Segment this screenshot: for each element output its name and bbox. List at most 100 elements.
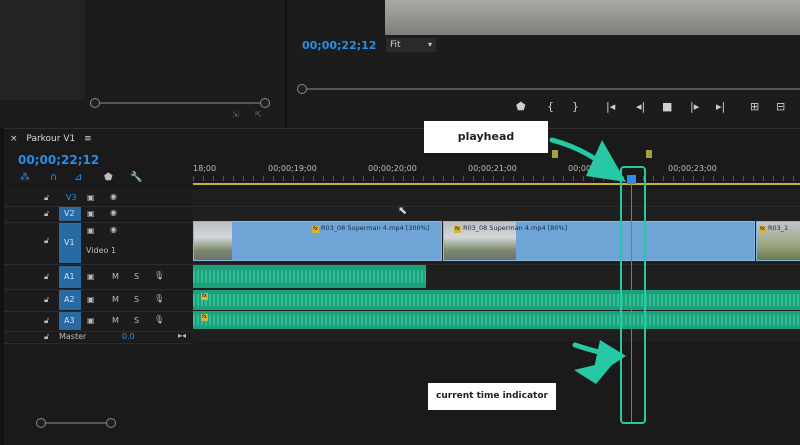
- track-name[interactable]: V3: [66, 193, 77, 202]
- audio-clip[interactable]: [193, 265, 426, 288]
- sync-lock-icon[interactable]: ▣: [87, 209, 95, 218]
- track-header-v1: 🔓︎ V1 ▣ ◉ Video 1: [4, 222, 193, 265]
- sync-lock-icon[interactable]: ▣: [87, 226, 95, 235]
- sequence-name: Parkour V1: [26, 134, 76, 144]
- program-scrubber-handle[interactable]: [297, 84, 307, 94]
- mute-button[interactable]: M: [112, 272, 119, 281]
- video-clip[interactable]: fx R03_08 Superman 4.mp4 [80%]: [443, 221, 755, 261]
- clip-title: fx R03_1: [759, 224, 788, 233]
- linked-selection-icon[interactable]: ⊿: [74, 172, 82, 183]
- eye-icon[interactable]: ◉: [110, 208, 117, 217]
- snap-icon[interactable]: ∩: [50, 172, 57, 183]
- go-to-in-icon[interactable]: |◂: [606, 100, 615, 113]
- lock-icon[interactable]: 🔓︎: [44, 236, 49, 246]
- work-area-bar[interactable]: [193, 183, 800, 185]
- source-scrollbar[interactable]: [95, 102, 265, 104]
- program-video-frame: [385, 0, 800, 35]
- ruler-label: 00;00;22;00: [568, 164, 617, 173]
- master-volume[interactable]: 0.0: [122, 332, 135, 341]
- export-icon[interactable]: ⇲: [232, 110, 239, 119]
- close-icon[interactable]: ×: [10, 134, 18, 144]
- eye-icon[interactable]: ◉: [110, 192, 117, 201]
- source-panel-content: [0, 0, 85, 100]
- lock-icon[interactable]: 🔓︎: [44, 272, 49, 282]
- track-name[interactable]: A3: [64, 316, 75, 325]
- waveform: [193, 314, 800, 326]
- lock-icon[interactable]: 🔓︎: [44, 332, 49, 342]
- audio-clip[interactable]: fx: [193, 311, 800, 329]
- video-clip[interactable]: fx R03_08 Superman 4.mp4 [300%]: [193, 221, 442, 261]
- scroll-handle-left[interactable]: [90, 98, 100, 108]
- lift-icon[interactable]: ⊞: [750, 100, 759, 113]
- go-to-end-icon[interactable]: ▸◂: [178, 331, 186, 340]
- track-header-a1: 🔓︎ A1 ▣ M S 🎙︎: [4, 265, 193, 290]
- video-clip[interactable]: fx R03_1: [756, 221, 800, 261]
- wrench-icon[interactable]: 🔧: [130, 172, 142, 183]
- track-header-v2: 🔓︎ V2 ▣ ◉: [4, 206, 193, 223]
- eye-icon[interactable]: ◉: [110, 225, 117, 234]
- extract-icon[interactable]: ⊟: [776, 100, 785, 113]
- program-scrubber[interactable]: [302, 88, 800, 90]
- sync-lock-icon[interactable]: ▣: [87, 193, 95, 202]
- zoom-handle-left[interactable]: [36, 418, 46, 428]
- waveform: [193, 294, 800, 306]
- step-forward-icon[interactable]: |▸: [690, 100, 699, 113]
- mute-button[interactable]: M: [112, 316, 119, 325]
- timeline-tab[interactable]: × Parkour V1 ≡: [10, 134, 92, 144]
- marker-icon[interactable]: ⬟: [516, 100, 526, 113]
- microphone-icon[interactable]: 🎙︎: [154, 315, 164, 324]
- clip-name: R03_08 Superman 4.mp4 [300%]: [321, 224, 430, 232]
- solo-button[interactable]: S: [134, 272, 139, 281]
- solo-button[interactable]: S: [134, 316, 139, 325]
- zoom-handle-right[interactable]: [106, 418, 116, 428]
- ruler-label: 00;00;19;00: [268, 164, 317, 173]
- zoom-select[interactable]: Fit ▾: [386, 38, 436, 52]
- scroll-handle-right[interactable]: [260, 98, 270, 108]
- sync-lock-icon[interactable]: ▣: [87, 295, 95, 304]
- microphone-icon[interactable]: 🎙︎: [154, 294, 164, 303]
- clip-name: R03_08 Superman 4.mp4 [80%]: [463, 224, 568, 232]
- sync-lock-icon[interactable]: ▣: [87, 272, 95, 281]
- timeline-zoom-scrollbar[interactable]: [40, 422, 110, 424]
- lock-icon[interactable]: 🔓︎: [44, 209, 49, 219]
- go-to-out-icon[interactable]: ▸|: [716, 100, 725, 113]
- fx-badge-icon: fx: [312, 226, 319, 233]
- track-name[interactable]: A2: [64, 295, 75, 304]
- track-divider: [193, 206, 800, 207]
- track-header-v3: 🔓︎ V3 ▣ ◉: [4, 190, 193, 207]
- timeline-timecode[interactable]: 00;00;22;12: [18, 153, 99, 167]
- track-name[interactable]: V2: [64, 209, 75, 218]
- mark-in-icon[interactable]: {: [547, 100, 554, 113]
- program-timecode[interactable]: 00;00;22;12: [302, 39, 376, 52]
- insert-icon[interactable]: ⇱: [255, 110, 262, 119]
- lock-icon[interactable]: 🔓︎: [44, 193, 49, 203]
- add-marker-icon[interactable]: ⬟: [104, 172, 113, 183]
- microphone-icon[interactable]: 🎙︎: [154, 271, 164, 280]
- lock-icon[interactable]: 🔓︎: [44, 316, 49, 326]
- lock-icon[interactable]: 🔓︎: [44, 295, 49, 305]
- sync-lock-icon[interactable]: ▣: [87, 316, 95, 325]
- menu-icon[interactable]: ≡: [84, 134, 92, 144]
- fx-badge-icon: fx: [201, 293, 208, 300]
- audio-clip[interactable]: fx: [193, 290, 800, 310]
- clip-title: fx R03_08 Superman 4.mp4 [80%]: [454, 224, 567, 233]
- track-name[interactable]: V1: [64, 238, 75, 247]
- solo-button[interactable]: S: [134, 295, 139, 304]
- playhead-callout: playhead: [424, 121, 548, 153]
- mute-button[interactable]: M: [112, 295, 119, 304]
- track-name[interactable]: A1: [64, 272, 75, 281]
- step-back-icon[interactable]: ◂|: [636, 100, 645, 113]
- nest-icon[interactable]: ⁂: [20, 172, 30, 183]
- waveform: [193, 269, 426, 284]
- mark-out-icon[interactable]: }: [572, 100, 579, 113]
- fx-badge-icon: fx: [454, 226, 461, 233]
- track-header-a3: 🔓︎ A3 ▣ M S 🎙︎: [4, 311, 193, 332]
- master-label: Master: [59, 332, 87, 341]
- sequence-marker[interactable]: [552, 150, 558, 158]
- cti-callout: current time indicator: [428, 383, 556, 410]
- sequence-marker[interactable]: [646, 150, 652, 158]
- stop-icon[interactable]: ■: [662, 100, 672, 113]
- track-header-master: 🔓︎ Master 0.0 ▸◂: [4, 331, 193, 344]
- ruler-ticks: [193, 176, 800, 181]
- track-header-a2: 🔓︎ A2 ▣ M S 🎙︎: [4, 289, 193, 312]
